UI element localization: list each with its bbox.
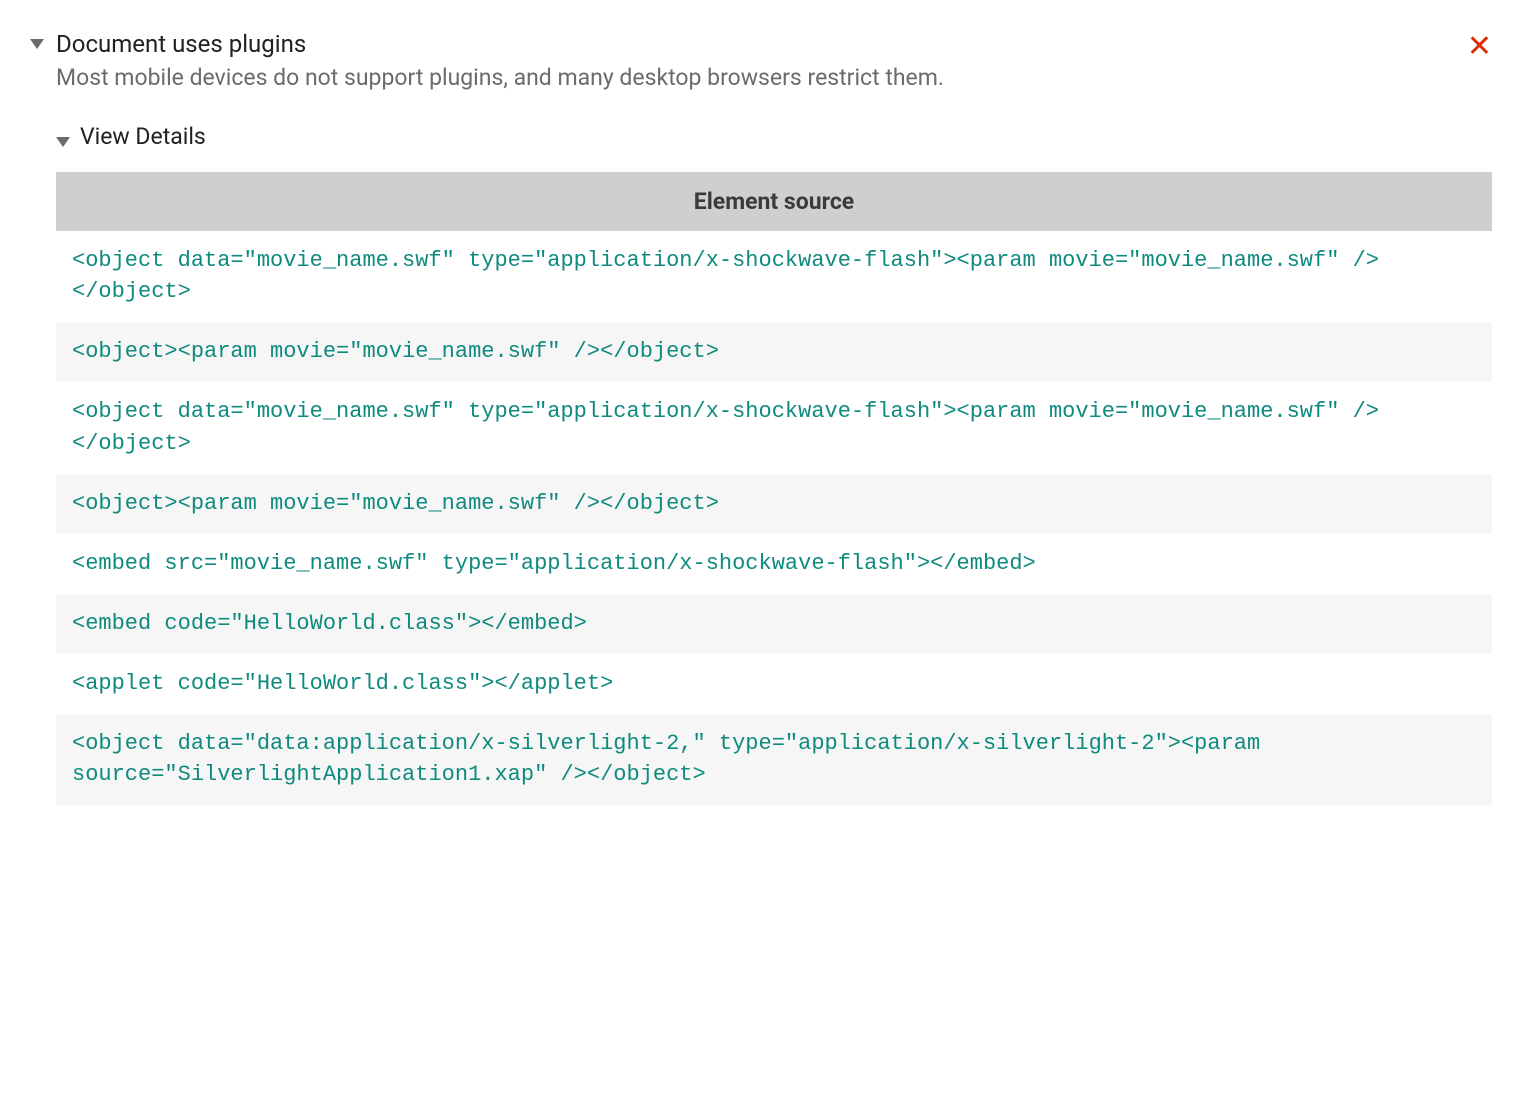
table-row: <object data="movie_name.swf" type="appl… xyxy=(56,231,1492,323)
audit-item: Document uses plugins Most mobile device… xyxy=(30,20,1492,805)
table-header: Element source xyxy=(56,172,1492,231)
table-row: <object><param movie="movie_name.swf" />… xyxy=(56,322,1492,382)
audit-text-block: Document uses plugins Most mobile device… xyxy=(56,28,944,95)
chevron-down-icon xyxy=(30,39,44,49)
table-body: <object data="movie_name.swf" type="appl… xyxy=(56,231,1492,806)
element-source-table: Element source <object data="movie_name.… xyxy=(56,172,1492,806)
details-label: View Details xyxy=(80,123,206,150)
table-row: <object data="movie_name.swf" type="appl… xyxy=(56,382,1492,474)
table-row: <embed code="HelloWorld.class"></embed> xyxy=(56,594,1492,654)
audit-title: Document uses plugins xyxy=(56,28,944,60)
fail-status-icon: ✕ xyxy=(1467,32,1492,62)
details-toggle[interactable]: View Details xyxy=(56,123,1492,150)
table-row: <object><param movie="movie_name.swf" />… xyxy=(56,474,1492,534)
audit-description: Most mobile devices do not support plugi… xyxy=(56,62,944,94)
details-section: View Details Element source <object data… xyxy=(56,123,1492,806)
table-row: <object data="data:application/x-silverl… xyxy=(56,714,1492,806)
chevron-down-icon xyxy=(56,137,70,147)
audit-header-row: Document uses plugins Most mobile device… xyxy=(30,28,1492,95)
audit-toggle[interactable]: Document uses plugins Most mobile device… xyxy=(30,28,1447,95)
table-row: <embed src="movie_name.swf" type="applic… xyxy=(56,534,1492,594)
table-row: <applet code="HelloWorld.class"></applet… xyxy=(56,654,1492,714)
